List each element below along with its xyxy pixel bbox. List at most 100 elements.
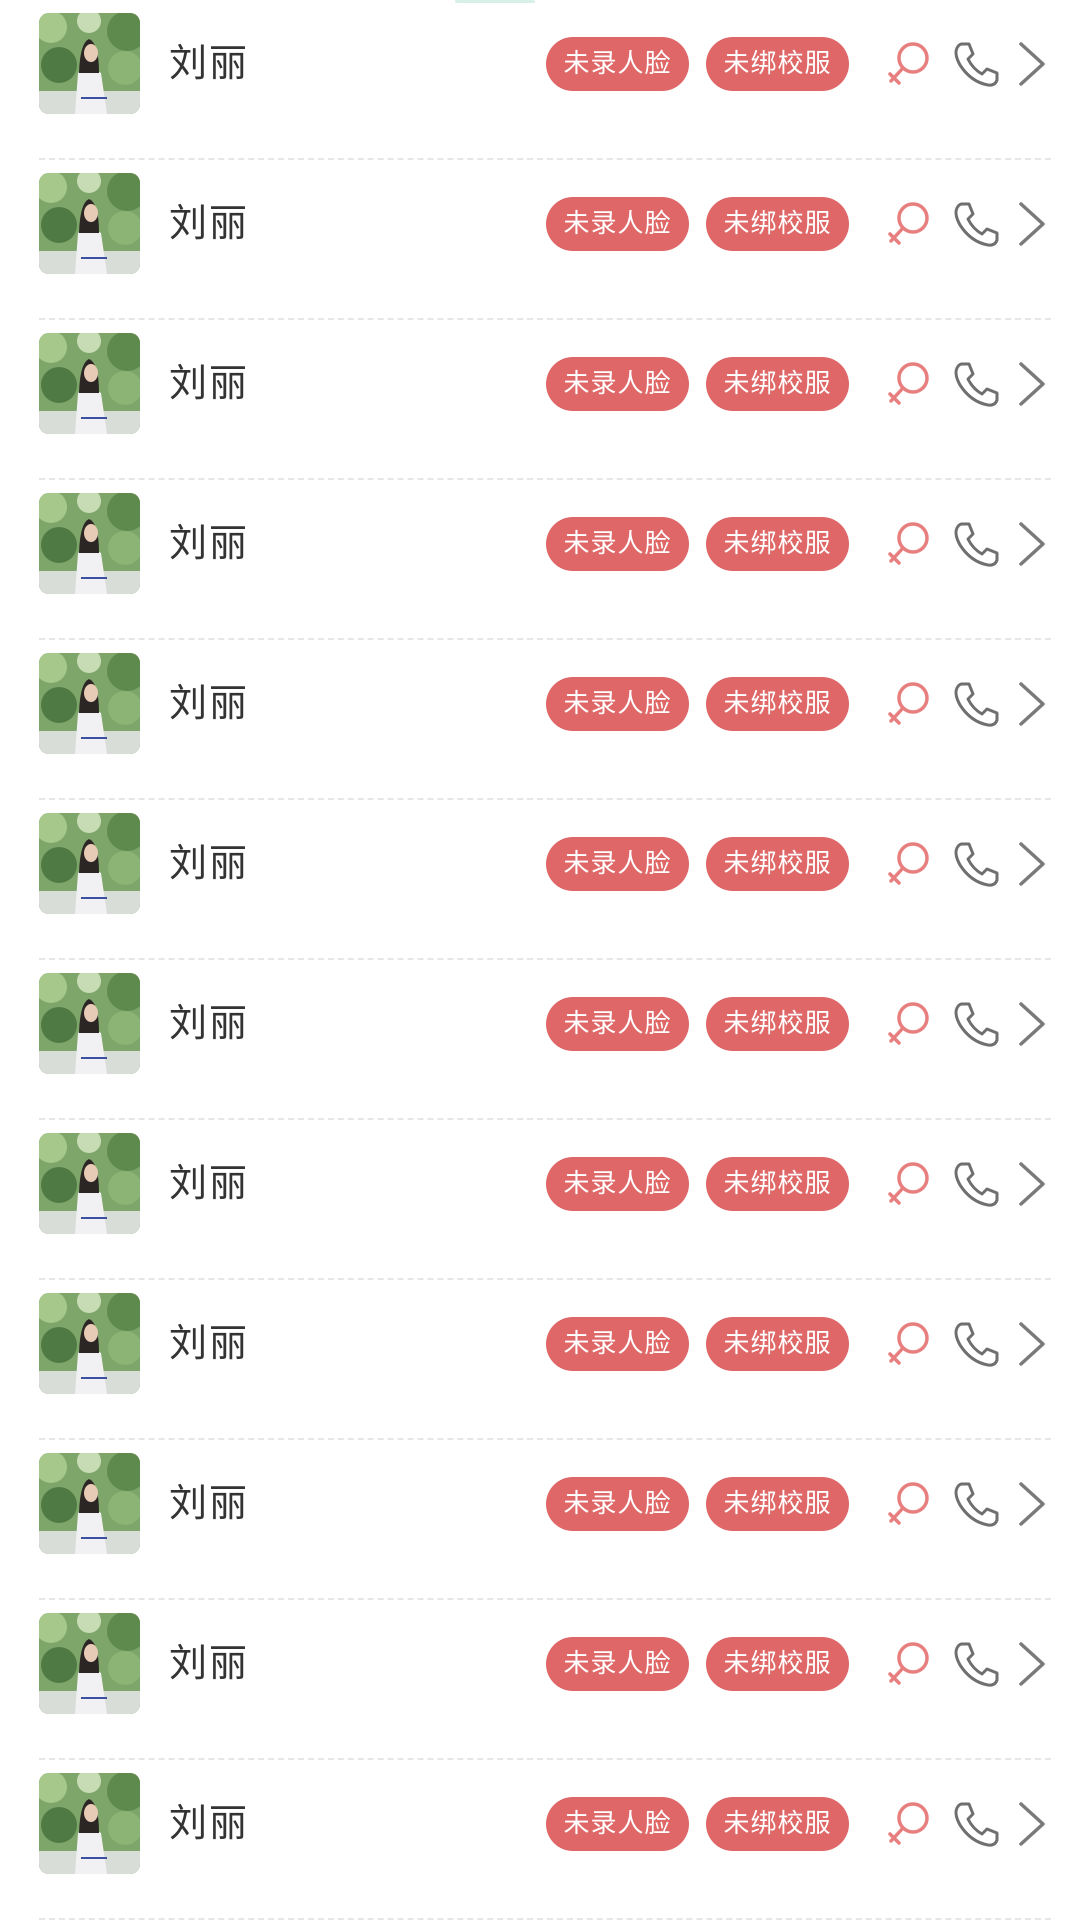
student-row[interactable]: 刘丽 未录人脸 未绑校服 [39, 320, 1051, 480]
uniform-not-bound-badge[interactable]: 未绑校服 [706, 37, 849, 91]
phone-icon[interactable] [951, 998, 1001, 1050]
phone-icon[interactable] [951, 198, 1001, 250]
student-row[interactable]: 刘丽 未录人脸 未绑校服 [39, 640, 1051, 800]
uniform-not-bound-badge[interactable]: 未绑校服 [706, 997, 849, 1051]
phone-icon[interactable] [951, 838, 1001, 890]
uniform-not-bound-badge[interactable]: 未绑校服 [706, 1477, 849, 1531]
student-row[interactable]: 刘丽 未录人脸 未绑校服 [39, 800, 1051, 960]
avatar-photo [39, 13, 140, 114]
chevron-right-icon[interactable] [1015, 520, 1049, 572]
student-list: 刘丽 未录人脸 未绑校服 刘丽 未录人脸 未绑校服 刘丽 未录人脸 未绑校服 刘… [0, 0, 1080, 1920]
face-not-recorded-badge[interactable]: 未录人脸 [546, 1637, 689, 1691]
uniform-not-bound-badge[interactable]: 未绑校服 [706, 1637, 849, 1691]
phone-icon[interactable] [951, 358, 1001, 410]
student-avatar[interactable] [39, 13, 140, 114]
student-avatar[interactable] [39, 333, 140, 434]
chevron-right-icon[interactable] [1015, 1800, 1049, 1852]
avatar-photo [39, 1613, 140, 1714]
female-icon [885, 838, 935, 890]
chevron-right-icon[interactable] [1015, 1160, 1049, 1212]
chevron-right-icon[interactable] [1015, 1480, 1049, 1532]
face-not-recorded-badge[interactable]: 未录人脸 [546, 837, 689, 891]
student-row[interactable]: 刘丽 未录人脸 未绑校服 [39, 1440, 1051, 1600]
avatar-photo [39, 653, 140, 754]
chevron-right-icon[interactable] [1015, 360, 1049, 412]
student-name: 刘丽 [169, 1481, 250, 1525]
face-not-recorded-badge[interactable]: 未录人脸 [546, 37, 689, 91]
student-name: 刘丽 [169, 1001, 250, 1045]
uniform-not-bound-badge[interactable]: 未绑校服 [706, 1797, 849, 1851]
avatar-photo [39, 1293, 140, 1394]
uniform-not-bound-badge[interactable]: 未绑校服 [706, 517, 849, 571]
student-name: 刘丽 [169, 841, 250, 885]
female-icon [885, 198, 935, 250]
face-not-recorded-badge[interactable]: 未录人脸 [546, 357, 689, 411]
uniform-not-bound-badge[interactable]: 未绑校服 [706, 837, 849, 891]
student-avatar[interactable] [39, 1613, 140, 1714]
student-name: 刘丽 [169, 41, 250, 85]
female-icon [885, 1638, 935, 1690]
face-not-recorded-badge[interactable]: 未录人脸 [546, 1477, 689, 1531]
uniform-not-bound-badge[interactable]: 未绑校服 [706, 677, 849, 731]
face-not-recorded-badge[interactable]: 未录人脸 [546, 677, 689, 731]
chevron-right-icon[interactable] [1015, 40, 1049, 92]
student-row[interactable]: 刘丽 未录人脸 未绑校服 [39, 1280, 1051, 1440]
female-icon [885, 518, 935, 570]
face-not-recorded-badge[interactable]: 未录人脸 [546, 517, 689, 571]
student-avatar[interactable] [39, 173, 140, 274]
phone-icon[interactable] [951, 1798, 1001, 1850]
face-not-recorded-badge[interactable]: 未录人脸 [546, 1797, 689, 1851]
phone-icon[interactable] [951, 1478, 1001, 1530]
avatar-photo [39, 173, 140, 274]
student-avatar[interactable] [39, 973, 140, 1074]
student-row[interactable]: 刘丽 未录人脸 未绑校服 [39, 1600, 1051, 1760]
face-not-recorded-badge[interactable]: 未录人脸 [546, 997, 689, 1051]
phone-icon[interactable] [951, 1158, 1001, 1210]
chevron-right-icon[interactable] [1015, 1000, 1049, 1052]
female-icon [885, 358, 935, 410]
uniform-not-bound-badge[interactable]: 未绑校服 [706, 357, 849, 411]
uniform-not-bound-badge[interactable]: 未绑校服 [706, 1317, 849, 1371]
student-row[interactable]: 刘丽 未录人脸 未绑校服 [39, 960, 1051, 1120]
student-row[interactable]: 刘丽 未录人脸 未绑校服 [39, 1760, 1051, 1920]
face-not-recorded-badge[interactable]: 未录人脸 [546, 197, 689, 251]
student-avatar[interactable] [39, 493, 140, 594]
uniform-not-bound-badge[interactable]: 未绑校服 [706, 197, 849, 251]
student-name: 刘丽 [169, 1321, 250, 1365]
female-icon [885, 1798, 935, 1850]
female-icon [885, 1158, 935, 1210]
female-icon [885, 678, 935, 730]
chevron-right-icon[interactable] [1015, 680, 1049, 732]
chevron-right-icon[interactable] [1015, 200, 1049, 252]
student-name: 刘丽 [169, 201, 250, 245]
female-icon [885, 998, 935, 1050]
phone-icon[interactable] [951, 1318, 1001, 1370]
student-row[interactable]: 刘丽 未录人脸 未绑校服 [39, 0, 1051, 160]
chevron-right-icon[interactable] [1015, 1640, 1049, 1692]
avatar-photo [39, 813, 140, 914]
uniform-not-bound-badge[interactable]: 未绑校服 [706, 1157, 849, 1211]
student-name: 刘丽 [169, 1641, 250, 1685]
chevron-right-icon[interactable] [1015, 840, 1049, 892]
student-row[interactable]: 刘丽 未录人脸 未绑校服 [39, 480, 1051, 640]
avatar-photo [39, 1133, 140, 1234]
student-avatar[interactable] [39, 1293, 140, 1394]
avatar-photo [39, 333, 140, 434]
phone-icon[interactable] [951, 678, 1001, 730]
chevron-right-icon[interactable] [1015, 1320, 1049, 1372]
student-avatar[interactable] [39, 653, 140, 754]
student-avatar[interactable] [39, 813, 140, 914]
student-name: 刘丽 [169, 681, 250, 725]
phone-icon[interactable] [951, 1638, 1001, 1690]
face-not-recorded-badge[interactable]: 未录人脸 [546, 1317, 689, 1371]
phone-icon[interactable] [951, 38, 1001, 90]
student-avatar[interactable] [39, 1773, 140, 1874]
phone-icon[interactable] [951, 518, 1001, 570]
female-icon [885, 1318, 935, 1370]
student-row[interactable]: 刘丽 未录人脸 未绑校服 [39, 1120, 1051, 1280]
student-row[interactable]: 刘丽 未录人脸 未绑校服 [39, 160, 1051, 320]
avatar-photo [39, 493, 140, 594]
face-not-recorded-badge[interactable]: 未录人脸 [546, 1157, 689, 1211]
student-avatar[interactable] [39, 1453, 140, 1554]
student-avatar[interactable] [39, 1133, 140, 1234]
